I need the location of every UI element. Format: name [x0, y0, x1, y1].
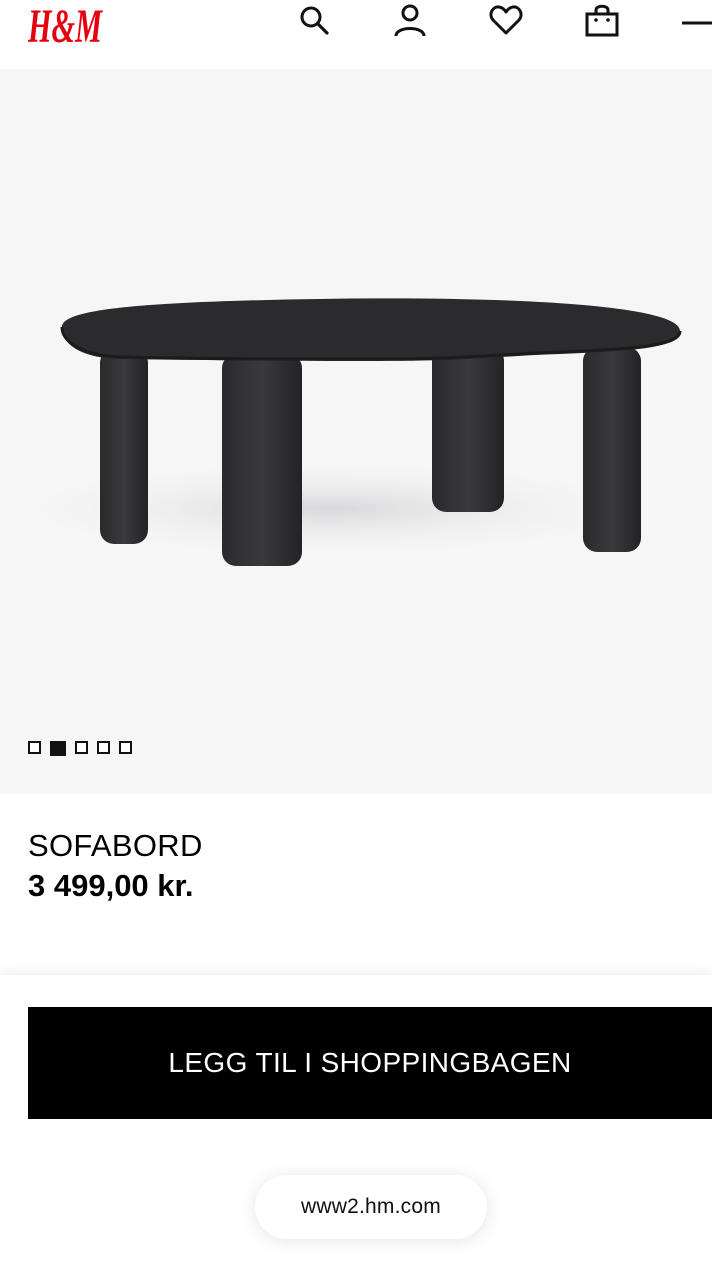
menu-icon[interactable] [676, 2, 712, 38]
site-header: H&M [0, 0, 712, 69]
browser-url-pill[interactable]: www2.hm.com [255, 1175, 487, 1239]
product-title: SOFABORD [28, 828, 203, 863]
gallery-dot[interactable] [75, 741, 88, 754]
product-price: 3 499,00 kr. [28, 868, 194, 903]
gallery-pagination [28, 741, 132, 756]
search-icon[interactable] [296, 2, 332, 38]
gallery-dot[interactable] [97, 741, 110, 754]
gallery-dot[interactable] [119, 741, 132, 754]
heart-icon[interactable] [488, 2, 524, 38]
hm-logo[interactable]: H&M [27, 0, 108, 53]
shopping-bag-icon[interactable] [584, 2, 620, 38]
gallery-dot-active[interactable] [50, 741, 66, 756]
svg-text:H&M: H&M [28, 0, 103, 48]
account-icon[interactable] [392, 2, 428, 38]
product-info: SOFABORD 3 499,00 kr. [28, 826, 688, 906]
product-page: H&M SOFABORD 3 499,00 kr. LEGG TIL I SHO… [0, 0, 712, 1267]
add-to-bag-button[interactable]: LEGG TIL I SHOPPINGBAGEN [28, 1007, 712, 1119]
purchase-bar: LEGG TIL I SHOPPINGBAGEN www2.hm.com [0, 975, 712, 1267]
product-image-gallery[interactable] [0, 69, 712, 794]
hm-logo-icon: H&M [27, 0, 103, 53]
gallery-dot[interactable] [28, 741, 41, 754]
coffee-table-image [0, 298, 682, 566]
